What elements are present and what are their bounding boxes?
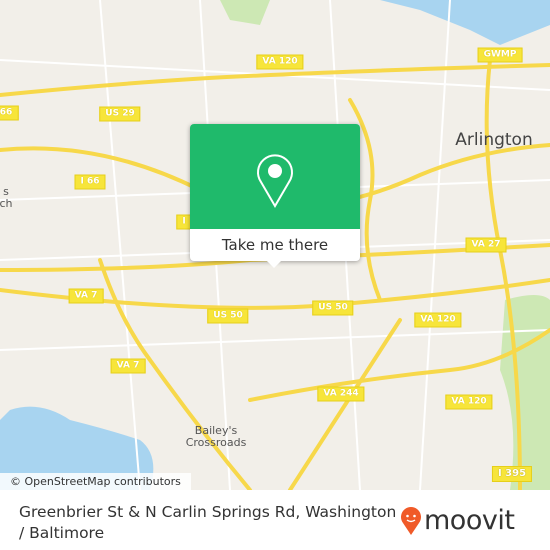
moovit-pin-icon (401, 506, 421, 535)
potomac-river (380, 0, 550, 45)
shield-va-120-south: VA 120 (445, 394, 493, 410)
shield-i-395: I 395 (491, 466, 533, 482)
place-baileys-crossroads: Bailey's Crossroads (185, 424, 247, 449)
shield-va-120: VA 120 (256, 54, 304, 70)
shield-va-120-mid: VA 120 (414, 312, 462, 328)
shield-i-66: I 66 (74, 174, 106, 190)
park (220, 0, 270, 25)
destination-popup: Take me there (190, 124, 360, 268)
moovit-logo: moovit (400, 505, 515, 536)
popup-pointer (267, 261, 281, 268)
moovit-wordmark: moovit (424, 505, 515, 536)
popup-header (190, 124, 360, 229)
place-arlington: Arlington (455, 130, 533, 150)
shield-va-27: VA 27 (465, 237, 507, 253)
place-falls-church: s ch (0, 185, 13, 210)
shield-va-7: VA 7 (68, 288, 104, 304)
park (500, 295, 550, 490)
shield-us-29: US 29 (99, 106, 141, 122)
shield-va-244: VA 244 (317, 386, 365, 402)
shield-va-7-south: VA 7 (110, 358, 146, 374)
take-me-there-button[interactable]: Take me there (190, 229, 360, 261)
shield-i-66-left: 66 (0, 105, 19, 121)
location-title: Greenbrier St & N Carlin Springs Rd, Was… (19, 503, 397, 542)
map-attribution[interactable]: © OpenStreetMap contributors (0, 473, 191, 490)
shield-gwmp: GWMP (477, 47, 523, 63)
shield-us-50-east: US 50 (312, 300, 354, 316)
map-pin-icon (257, 154, 293, 208)
shield-us-50: US 50 (207, 308, 249, 324)
